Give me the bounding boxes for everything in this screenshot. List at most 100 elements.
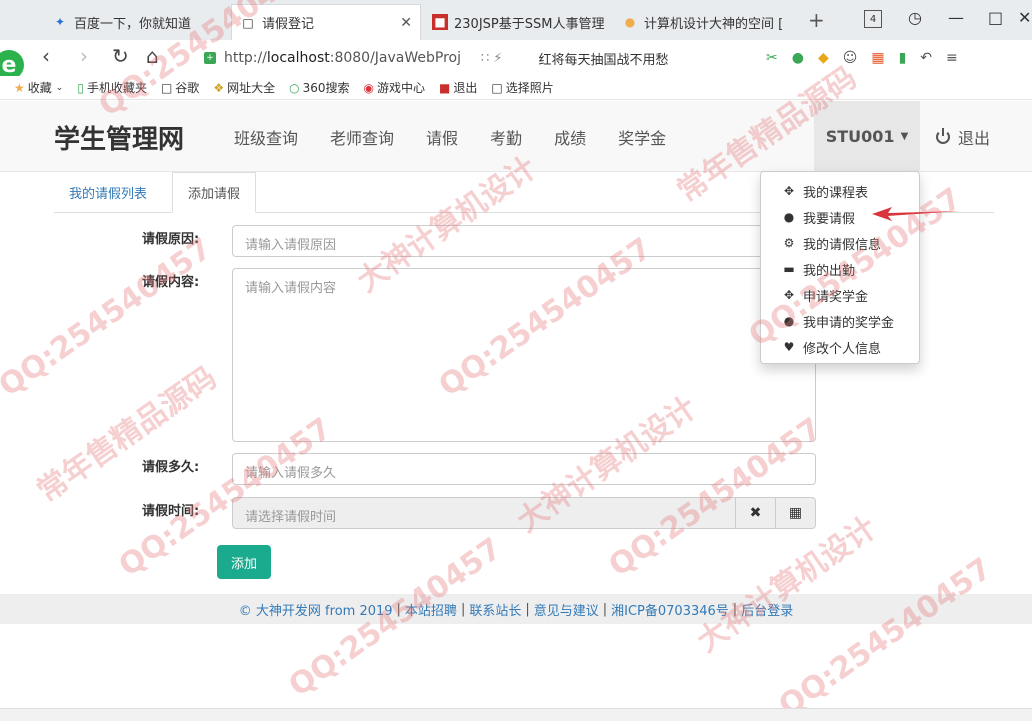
browser-tab-leave[interactable]: □ 请假登记 ✕ — [231, 4, 421, 40]
move-icon: ✥ — [783, 184, 795, 198]
bulb-icon: ● — [624, 15, 636, 29]
menu-item-schedule[interactable]: ✥ 我的课程表 — [761, 178, 919, 204]
annotation-arrow-icon — [872, 207, 960, 221]
duration-label: 请假多久: — [142, 460, 200, 475]
scissors-icon[interactable]: ✂ — [766, 50, 778, 66]
star-icon: ★ — [14, 80, 25, 95]
time-label: 请假时间: — [142, 504, 200, 519]
bookmark-sites[interactable]: ❖ 网址大全 — [213, 79, 275, 96]
nav-grades[interactable]: 成绩 — [554, 125, 586, 149]
menu-item-my-leave[interactable]: ⚙ 我的请假信息 — [761, 230, 919, 256]
new-tab-icon[interactable]: + — [808, 10, 825, 30]
clear-icon[interactable]: ✖ — [736, 497, 776, 529]
user-icon: ● — [783, 210, 795, 224]
footer-separator: | — [460, 601, 466, 617]
home-icon[interactable]: ⌂ — [146, 44, 159, 68]
close-icon[interactable]: ✕ — [394, 15, 412, 31]
site-brand[interactable]: 学生管理网 — [54, 119, 184, 156]
nav-scholarship[interactable]: 奖学金 — [618, 125, 666, 149]
browser-tab-baidu[interactable]: ✦ 百度一下，你就知道 — [44, 4, 230, 40]
bookmark-mobile[interactable]: ▯ 手机收藏夹 — [77, 79, 147, 96]
footer: © 大神开发网 from 2019 | 本站招聘 | 联系站长 | 意见与建议 … — [0, 594, 1032, 624]
address-promo[interactable]: 红将每天抽国战不用愁 — [539, 49, 669, 68]
menu-item-label: 我的课程表 — [803, 185, 869, 201]
nav-class-query[interactable]: 班级查询 — [234, 125, 298, 149]
back-icon[interactable]: ‹ — [42, 44, 50, 68]
close-window-icon[interactable]: ✕ — [1018, 8, 1031, 27]
page-icon: □ — [242, 15, 254, 30]
game-icon: ◉ — [363, 80, 374, 95]
menu-item-apply-scholarship[interactable]: ✥ 申请奖学金 — [761, 282, 919, 308]
bookmark-label: 选择照片 — [505, 81, 554, 95]
undo-icon[interactable]: ↶ — [920, 50, 932, 66]
tab-leave-list[interactable]: 我的请假列表 — [54, 172, 162, 212]
nav-leave[interactable]: 请假 — [426, 125, 458, 149]
duration-input[interactable]: 请输入请假多久 — [232, 453, 816, 485]
footer-link-jobs[interactable]: 本站招聘 — [405, 600, 457, 619]
tab-add-leave[interactable]: 添加请假 — [172, 172, 257, 213]
browser-tab-space[interactable]: ● 计算机设计大神的空间 [ — [614, 4, 794, 40]
chevron-down-icon: ⌄ — [55, 82, 64, 93]
time-picker: 请选择请假时间 ✖ ▦ — [232, 497, 816, 529]
bookmark-360[interactable]: ○ 360搜索 — [289, 79, 349, 96]
maximize-icon[interactable]: □ — [988, 8, 1003, 27]
content-textarea[interactable]: 请输入请假内容 — [232, 268, 816, 442]
phone-icon: ▯ — [77, 80, 84, 95]
page-icon: □ — [491, 80, 503, 95]
globe-icon: ❖ — [213, 80, 225, 95]
card-icon: ▬ — [783, 262, 795, 276]
page-icon: □ — [160, 80, 173, 95]
minimize-icon[interactable]: — — [948, 8, 964, 27]
footer-link-icp[interactable]: 湘ICP备0703346号 — [611, 600, 729, 619]
bookmark-label: 360搜索 — [302, 81, 350, 95]
browser-tab-title: 计算机设计大神的空间 [ — [644, 16, 784, 32]
bookmark-photo[interactable]: □ 选择照片 — [491, 79, 553, 96]
reason-label: 请假原因: — [142, 232, 200, 247]
bookmark-games[interactable]: ◉ 游戏中心 — [363, 79, 425, 96]
calendar-icon[interactable]: ▦ — [776, 497, 816, 529]
refresh-icon[interactable]: ↻ — [112, 44, 129, 68]
menu-item-my-scholarship[interactable]: ● 我申请的奖学金 — [761, 308, 919, 334]
footer-link-admin[interactable]: 后台登录 — [741, 600, 793, 619]
shield-badge-icon[interactable]: ◆ — [818, 50, 829, 66]
logout-link[interactable]: 退出 — [936, 125, 990, 149]
forward-icon[interactable]: › — [80, 44, 88, 68]
bookmark-label: 网址大全 — [227, 81, 276, 95]
bookmark-favorites[interactable]: ★ 收藏 ⌄ — [14, 79, 63, 96]
translate-icon[interactable]: ● — [792, 50, 804, 66]
nav-teacher-query[interactable]: 老师查询 — [330, 125, 394, 149]
menu-item-label: 我要请假 — [803, 211, 856, 227]
bookmarks-bar: ★ 收藏 ⌄ ▯ 手机收藏夹 □ 谷歌 ❖ 网址大全 ○ 360搜索 ◉ 游戏中心 ■ 退出 □… — [0, 76, 1032, 100]
footer-link-contact[interactable]: 联系站长 — [469, 600, 521, 619]
menu-icon[interactable]: ≡ — [946, 50, 958, 66]
reason-input[interactable]: 请输入请假原因 — [232, 225, 816, 257]
menu-item-attendance[interactable]: ▬ 我的出勤 — [761, 256, 919, 282]
time-input[interactable]: 请选择请假时间 — [232, 497, 736, 529]
site-menu: 班级查询 老师查询 请假 考勤 成绩 奖学金 — [234, 125, 698, 149]
bookmark-label: 手机收藏夹 — [86, 81, 147, 95]
watermark: QQ:254540457 — [0, 231, 219, 404]
user-menu-toggle[interactable]: STU001 ▼ — [814, 101, 920, 171]
move-icon: ✥ — [783, 288, 795, 302]
grid-icon[interactable]: ∷ ⚡ — [481, 51, 503, 66]
menu-item-edit-profile[interactable]: ♥ 修改个人信息 — [761, 334, 919, 360]
site-navbar: 学生管理网 班级查询 老师查询 请假 考勤 成绩 奖学金 STU001 ▼ 退出 — [0, 101, 1032, 172]
tab-count[interactable]: 4 — [864, 10, 882, 28]
apps-icon[interactable]: ▦ — [871, 50, 884, 66]
browser-tab-title: 请假登记 — [262, 17, 315, 32]
shield-icon: + — [204, 52, 216, 64]
bookmark-exit[interactable]: ■ 退出 — [439, 79, 477, 96]
browser-tab-strip: ✦ 百度一下，你就知道 □ 请假登记 ✕ ■ 230JSP基于SSM人事管理 ●… — [0, 0, 1032, 40]
nav-attendance[interactable]: 考勤 — [490, 125, 522, 149]
bookmark-label: 谷歌 — [175, 81, 200, 95]
battery-icon[interactable]: ▮ — [899, 50, 907, 66]
shirt-icon[interactable]: ◷ — [908, 8, 922, 27]
footer-link-feedback[interactable]: 意见与建议 — [534, 600, 599, 619]
chat-icon[interactable]: ☺ — [843, 50, 858, 66]
menu-item-label: 我的请假信息 — [803, 237, 882, 253]
add-leave-button[interactable]: 添加 — [217, 545, 271, 579]
browser-tab-ssm[interactable]: ■ 230JSP基于SSM人事管理 — [424, 4, 612, 40]
user-name: STU001 — [825, 126, 895, 146]
watermark: 常年售精品源码 — [30, 360, 224, 510]
bookmark-google[interactable]: □ 谷歌 — [161, 79, 199, 96]
